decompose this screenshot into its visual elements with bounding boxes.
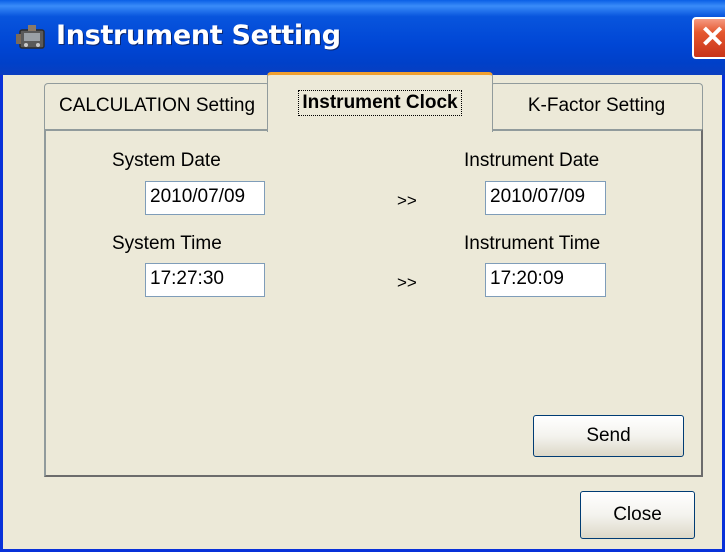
window-title: Instrument Setting	[56, 20, 341, 51]
tab-k-factor-setting[interactable]: K-Factor Setting	[490, 83, 703, 130]
title-bar[interactable]: Instrument Setting ✕	[0, 0, 725, 75]
send-button[interactable]: Send	[533, 415, 684, 457]
tab-label: CALCULATION Setting	[58, 95, 256, 116]
close-window-button[interactable]: ✕	[692, 17, 725, 59]
instrument-date-field[interactable]: 2010/07/09	[485, 181, 606, 215]
instrument-time-field[interactable]: 17:20:09	[485, 263, 606, 297]
instrument-icon	[16, 25, 45, 49]
tab-instrument-clock[interactable]: Instrument Clock	[267, 72, 493, 132]
instrument-date-label: Instrument Date	[464, 150, 600, 171]
time-transfer-arrow: >>	[397, 273, 417, 292]
system-date-label: System Date	[112, 150, 221, 171]
instrument-time-label: Instrument Time	[464, 233, 601, 254]
system-time-label: System Time	[112, 233, 222, 254]
instrument-setting-window: Instrument Setting ✕ CALCULATION Setting…	[0, 0, 725, 552]
tab-label: Instrument Clock	[298, 90, 462, 116]
tab-calculation-setting[interactable]: CALCULATION Setting	[44, 83, 270, 130]
system-date-field[interactable]: 2010/07/09	[145, 181, 265, 215]
date-transfer-arrow: >>	[397, 191, 417, 210]
tab-label: K-Factor Setting	[527, 95, 666, 116]
close-icon: ✕	[700, 21, 725, 54]
close-button[interactable]: Close	[580, 491, 695, 539]
instrument-clock-panel: System Date 2010/07/09 >> Instrument Dat…	[44, 129, 703, 477]
system-time-field[interactable]: 17:27:30	[145, 263, 265, 297]
